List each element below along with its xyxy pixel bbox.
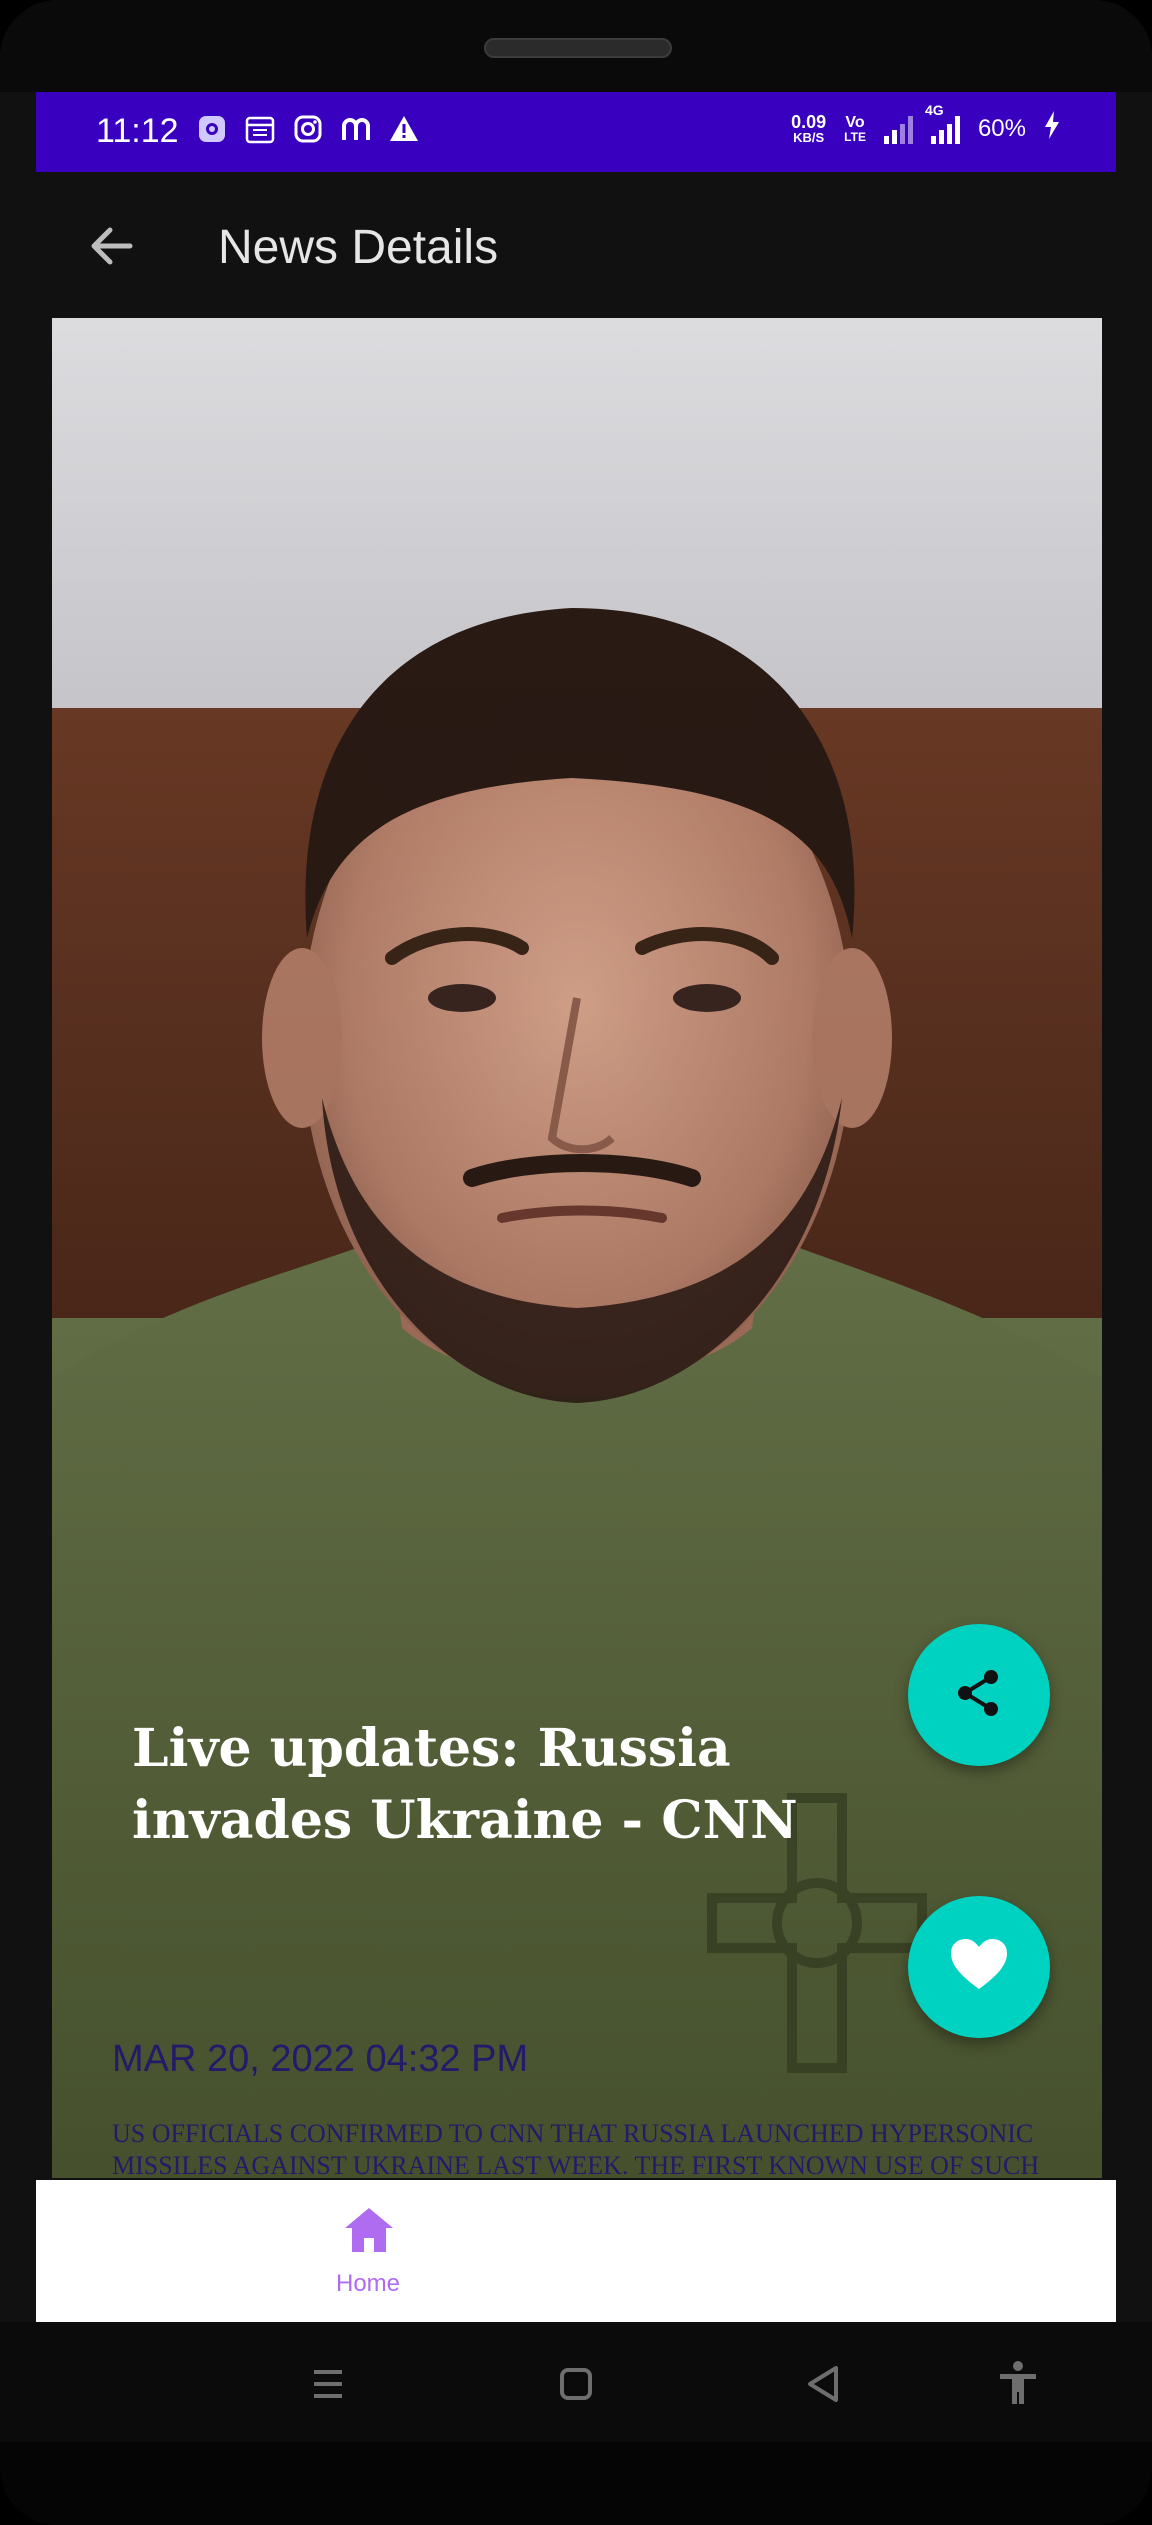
signal-sim1-icon	[883, 114, 913, 144]
notification-icons	[196, 114, 420, 146]
instagram-icon	[292, 114, 324, 146]
back-triangle-icon[interactable]	[794, 2354, 854, 2414]
phone-bottom-bezel	[0, 2442, 1152, 2525]
arrow-left-icon[interactable]	[80, 214, 144, 278]
nav-home-tab[interactable]: Home	[298, 2202, 438, 2302]
network-speed-value: 0.09	[791, 111, 827, 132]
nav-home-label: Home	[335, 2270, 401, 2297]
network-speed-unit: KB/S	[793, 129, 825, 145]
signal-4g-icon: 4G	[925, 102, 960, 144]
screen: 11:12 0.09 KB/S Vo LTE 4G 60% News Detai…	[36, 92, 1116, 2322]
settings-icon	[196, 114, 228, 146]
warning-icon	[388, 114, 420, 146]
article-container: Live updates: Russia invades Ukraine - C…	[52, 318, 1102, 2178]
earpiece-speaker	[484, 38, 672, 58]
network-type-label: 4G	[924, 101, 944, 118]
network-speed: 0.09 KB/S	[791, 113, 826, 145]
phone-frame: 11:12 0.09 KB/S Vo LTE 4G 60% News Detai…	[0, 0, 1152, 2525]
status-time: 11:12	[96, 112, 179, 150]
share-button[interactable]	[908, 1624, 1050, 1766]
battery-percent: 60%	[977, 114, 1026, 142]
home-icon	[343, 2206, 395, 2259]
status-bar: 11:12 0.09 KB/S Vo LTE 4G 60%	[36, 92, 1116, 172]
volte-top-label: Vo	[845, 113, 865, 131]
volte-bottom-label: LTE	[844, 129, 866, 144]
article-description: US OFFICIALS CONFIRMED TO CNN THAT RUSSI…	[112, 2119, 1040, 2178]
home-square-icon[interactable]	[546, 2354, 606, 2414]
article-image	[52, 318, 1102, 2178]
article-headline: Live updates: Russia invades Ukraine - C…	[132, 1718, 798, 1851]
volte-indicator: Vo LTE	[844, 113, 866, 144]
m-app-icon	[340, 114, 372, 146]
app-bar: News Details	[36, 172, 1116, 320]
system-navigation-bar	[0, 2322, 1152, 2442]
article-date: MAR 20, 2022 04:32 PM	[112, 2038, 529, 2080]
system-status-icons: 0.09 KB/S Vo LTE 4G 60%	[791, 102, 1060, 147]
bottom-navigation: Home	[36, 2180, 1116, 2322]
calendar-icon	[244, 114, 276, 146]
charging-bolt-icon	[1044, 110, 1060, 147]
favorite-button[interactable]	[908, 1896, 1050, 2038]
recents-icon[interactable]	[298, 2354, 358, 2414]
accessibility-icon[interactable]	[988, 2354, 1048, 2414]
page-title: News Details	[218, 221, 499, 274]
heart-icon	[949, 1937, 1009, 1998]
share-icon	[951, 1665, 1007, 1726]
